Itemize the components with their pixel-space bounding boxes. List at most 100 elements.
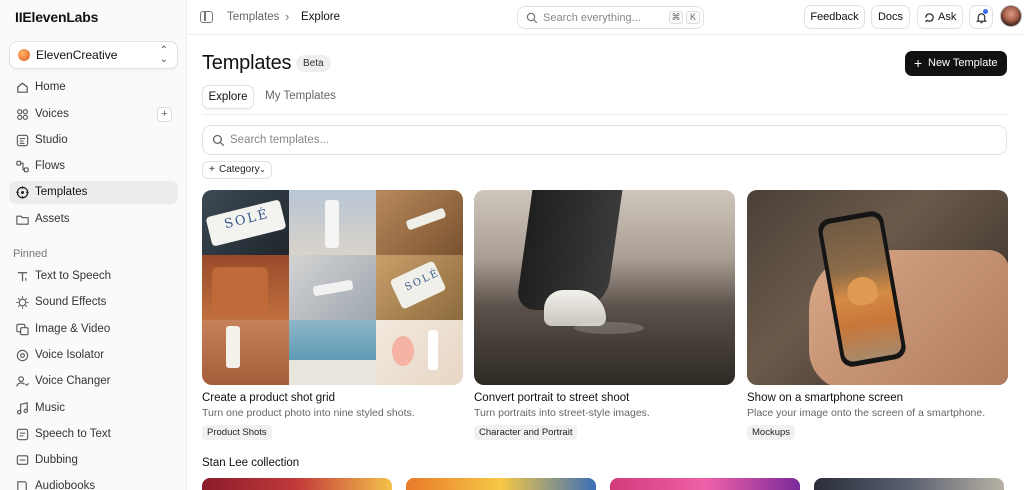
- tab-my-templates[interactable]: My Templates: [260, 85, 341, 109]
- collection-thumbnail-4[interactable]: [814, 478, 1004, 490]
- sidebar-item-music[interactable]: Music: [9, 397, 178, 420]
- workspace-switcher[interactable]: ElevenCreative ⌃ ⌄: [9, 41, 178, 69]
- sidebar-item-audiobooks[interactable]: Audiobooks: [9, 475, 178, 490]
- card-description: Turn one product photo into nine styled …: [202, 407, 415, 419]
- sidebar-toggle-icon[interactable]: [200, 11, 213, 23]
- image-video-icon: [16, 323, 29, 336]
- card-title[interactable]: Convert portrait to street shoot: [474, 392, 629, 404]
- docs-button[interactable]: Docs: [871, 5, 910, 29]
- global-search-input[interactable]: Search everything... ⌘ K: [517, 6, 704, 29]
- user-avatar[interactable]: [1000, 5, 1022, 27]
- audiobooks-icon: [17, 481, 27, 490]
- pinned-section-label: Pinned: [13, 248, 48, 260]
- sound-effects-icon: [16, 296, 29, 309]
- feedback-button[interactable]: Feedback: [804, 5, 865, 29]
- search-icon: [212, 134, 225, 147]
- tts-icon: [17, 272, 28, 282]
- card-tag[interactable]: Product Shots: [202, 425, 272, 440]
- collection-title: Stan Lee collection: [202, 457, 300, 469]
- ask-button[interactable]: Ask: [917, 5, 963, 29]
- sidebar-item-sound-effects[interactable]: Sound Effects: [9, 291, 178, 314]
- elevenlabs-logo[interactable]: IIElevenLabs: [15, 9, 98, 25]
- sidebar-item-voice-changer[interactable]: Voice Changer: [9, 370, 178, 393]
- sidebar-item-studio[interactable]: Studio: [9, 129, 178, 152]
- global-search-placeholder: Search everything...: [543, 12, 641, 24]
- card-tag[interactable]: Character and Portrait: [474, 425, 578, 440]
- sidebar-item-image-video[interactable]: Image & Video: [9, 318, 178, 341]
- template-search-input[interactable]: Search templates...: [202, 125, 1007, 155]
- sidebar-item-label: Dubbing: [35, 454, 78, 466]
- tab-explore[interactable]: Explore: [202, 85, 254, 109]
- top-bar: Templates › Explore Search everything...…: [188, 0, 1024, 35]
- sidebar-item-templates[interactable]: Templates: [9, 181, 178, 204]
- workspace-avatar-icon: [18, 49, 30, 61]
- sidebar-item-text-to-speech[interactable]: Text to Speech: [9, 265, 178, 288]
- sidebar-item-label: Text to Speech: [35, 270, 112, 282]
- product-grid-thumbnail[interactable]: SOLÉ SOLÉ: [202, 190, 463, 385]
- card-title[interactable]: Create a product shot grid: [202, 392, 335, 404]
- sidebar-item-label: Sound Effects: [35, 296, 107, 308]
- sidebar-item-label: Music: [35, 402, 66, 414]
- notification-dot: [983, 9, 988, 14]
- card-tag[interactable]: Mockups: [747, 425, 796, 440]
- new-template-label: New Template: [928, 57, 998, 69]
- page-title: Templates: [202, 52, 292, 74]
- dubbing-icon: [16, 455, 29, 465]
- collection-thumbnail-2[interactable]: [406, 478, 596, 490]
- sidebar-item-label: Image & Video: [35, 323, 111, 335]
- card-description: Turn portraits into street-style images.: [474, 407, 650, 419]
- sidebar-item-label: Audiobooks: [35, 480, 96, 490]
- sidebar-item-assets[interactable]: Assets: [9, 208, 178, 231]
- collection-thumbnail-1[interactable]: [202, 478, 392, 490]
- chevron-updown-icon: ⌃ ⌄: [159, 45, 168, 65]
- sidebar-item-label: Voice Isolator: [35, 349, 105, 361]
- sidebar-item-label: Flows: [35, 160, 66, 172]
- sidebar-item-dubbing[interactable]: Dubbing: [9, 449, 178, 472]
- workspace-name: ElevenCreative: [36, 48, 118, 62]
- voices-icon: [17, 109, 28, 120]
- cmd-key-hint: ⌘: [669, 11, 683, 24]
- sidebar-item-label: Speech to Text: [35, 428, 111, 440]
- sidebar-item-voices[interactable]: Voices +: [9, 103, 178, 126]
- chevron-down-icon: ⌄: [259, 165, 266, 174]
- notifications-button[interactable]: [969, 5, 993, 29]
- flows-icon: [16, 160, 29, 173]
- sidebar-item-home[interactable]: Home: [9, 76, 178, 99]
- beta-badge: Beta: [296, 55, 331, 72]
- music-icon: [16, 402, 29, 415]
- sidebar-item-label: Studio: [35, 134, 68, 146]
- sidebar-item-flows[interactable]: Flows: [9, 155, 178, 178]
- sidebar-item-label: Home: [35, 81, 66, 93]
- speech-to-text-icon: [16, 428, 29, 441]
- ask-label: Ask: [938, 11, 957, 23]
- voice-isolator-icon: [16, 349, 29, 362]
- card-title[interactable]: Show on a smartphone screen: [747, 392, 903, 404]
- plus-icon: +: [914, 55, 923, 71]
- collection-thumbnail-3[interactable]: [610, 478, 800, 490]
- street-shoot-thumbnail[interactable]: [474, 190, 735, 385]
- sidebar-item-voice-isolator[interactable]: Voice Isolator: [9, 344, 178, 367]
- category-filter-label: Category: [219, 164, 260, 175]
- templates-icon: [16, 186, 29, 199]
- card-description: Place your image onto the screen of a sm…: [747, 407, 986, 419]
- sidebar-item-label: Templates: [35, 186, 88, 198]
- tabs-divider: [202, 114, 1007, 115]
- voice-changer-icon: [16, 376, 29, 387]
- folder-icon: [16, 215, 29, 225]
- street-puddle: [574, 322, 644, 334]
- breadcrumb-templates[interactable]: Templates: [227, 11, 279, 23]
- product-grid-collage: SOLÉ SOLÉ: [202, 190, 463, 385]
- add-voice-button[interactable]: +: [157, 107, 172, 122]
- home-icon: [17, 82, 28, 93]
- smartphone-thumbnail[interactable]: [747, 190, 1008, 385]
- sidebar-item-label: Assets: [35, 213, 70, 225]
- category-filter-button[interactable]: + Category ⌄: [202, 161, 272, 179]
- sidebar-item-label: Voice Changer: [35, 375, 111, 387]
- ask-icon: [925, 13, 934, 23]
- sidebar-item-speech-to-text[interactable]: Speech to Text: [9, 423, 178, 446]
- new-template-button[interactable]: + New Template: [905, 51, 1007, 76]
- studio-icon: [16, 134, 29, 147]
- search-icon: [526, 12, 538, 24]
- template-search-placeholder: Search templates...: [230, 134, 330, 146]
- k-key-hint: K: [686, 11, 700, 24]
